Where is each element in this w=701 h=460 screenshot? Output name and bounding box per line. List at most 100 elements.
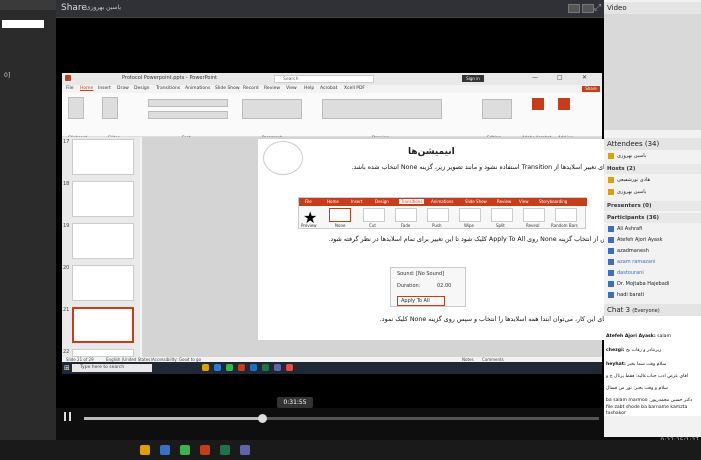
menu-slideshow[interactable]: Slide Show [215, 86, 240, 91]
font-format-row[interactable] [148, 111, 228, 119]
editing-controls[interactable] [482, 99, 512, 119]
chat-text: file zabt shode ba barname kamzta [606, 405, 688, 410]
participant-icon [608, 280, 614, 287]
new-slide-button[interactable] [102, 97, 118, 119]
close-icon[interactable]: ✕ [582, 74, 587, 81]
participant-row[interactable]: Atefeh Ajori Ayask [608, 236, 662, 245]
chat-message: heyhat: سلام وقت شما بخیر [606, 362, 666, 367]
slide-thumbnail[interactable] [72, 181, 134, 217]
fullscreen-icon[interactable]: ⤢ [594, 3, 601, 13]
effect-random-bars [555, 208, 577, 222]
shared-taskbar: ⊞ Type here to search [62, 362, 602, 374]
effect-label: Split [496, 223, 505, 228]
participant-row[interactable]: Ali Ashrafi [608, 225, 642, 234]
slide-thumbnail[interactable] [72, 223, 134, 259]
sign-in-button[interactable]: Sign in [462, 75, 484, 82]
create-pdf-icon[interactable] [532, 98, 544, 110]
chat-text: زیرنتادر و رقات بخ [625, 348, 662, 353]
taskbar-search-text: Type here to search [80, 365, 125, 370]
video-header: Video [604, 2, 701, 14]
menu-review[interactable]: Review [264, 86, 280, 91]
slide-thumbnail-selected[interactable] [72, 307, 134, 343]
menu-draw[interactable]: Draw [117, 86, 129, 91]
taskbar-app-icon[interactable] [160, 445, 170, 455]
current-user[interactable]: یاسین بهروزی [608, 152, 646, 161]
slide-bullet-1: برای تغییر اسلایدها از Transition استفاد… [351, 164, 610, 171]
taskbar-app-icon[interactable] [180, 445, 190, 455]
menu-xcell[interactable]: Xcell PDF [344, 86, 365, 91]
hosts-header[interactable]: Hosts (2) [604, 164, 701, 174]
trans-tab: View [519, 199, 529, 204]
participant-icon [608, 291, 614, 298]
layout-icon[interactable] [568, 4, 580, 13]
font-box[interactable] [148, 99, 228, 107]
participant-name: dastourani [617, 270, 644, 276]
menu-transitions[interactable]: Transitions [156, 86, 180, 91]
participant-row[interactable]: hadi barati [608, 291, 644, 300]
effect-label: Cut [369, 223, 376, 228]
host-name: هادی نورشفیعی [617, 177, 651, 183]
menu-acrobat[interactable]: Acrobat [320, 86, 337, 91]
menu-insert[interactable]: Insert [98, 86, 111, 91]
menu-file[interactable]: File [66, 86, 74, 91]
taskbar-app-icon[interactable] [240, 445, 250, 455]
pp-share-button[interactable]: Share [582, 86, 600, 92]
powerpoint-icon [65, 75, 71, 81]
pp-titlebar: Protocol Powerpoint.pptx - PowerPoint Se… [62, 73, 602, 85]
taskbar-app-icon[interactable] [200, 445, 210, 455]
current-slide[interactable]: انیمیشن‌ها برای تغییر اسلایدها از Transi… [258, 139, 616, 340]
participant-row[interactable]: azam ramazani [608, 258, 656, 267]
menu-home[interactable]: Home [80, 86, 93, 91]
participant-name: azadmanesh [617, 248, 649, 254]
slide-thumbnail[interactable] [72, 265, 134, 301]
pause-icon[interactable] [64, 412, 72, 421]
effect-wipe [459, 208, 481, 222]
pp-search-input[interactable]: Search [274, 75, 374, 83]
participant-row[interactable]: azadmanesh [608, 247, 649, 256]
effect-label: None [335, 223, 346, 228]
taskbar-app-icon[interactable] [220, 445, 230, 455]
menu-record[interactable]: Record [243, 86, 259, 91]
attendees-count: (34) [644, 140, 660, 148]
chat-sender: Atefeh Ajori Ayask: [606, 334, 656, 339]
effect-label: Random Bars [551, 223, 578, 228]
participants-header[interactable]: Participants (36) [604, 213, 701, 223]
effect-label: Fade [401, 223, 411, 228]
host-row[interactable]: هادی نورشفیعی [608, 176, 650, 185]
powerpoint-task-icon [238, 364, 245, 371]
word-icon [250, 364, 257, 371]
paste-button[interactable] [68, 97, 84, 119]
slide-thumbnail[interactable] [72, 139, 134, 175]
left-panel-input[interactable] [2, 20, 44, 28]
drawing-controls[interactable] [322, 99, 442, 119]
participant-name: Atefeh Ajori Ayask [617, 237, 663, 243]
paragraph-controls[interactable] [242, 99, 302, 119]
trans-tab: Design [375, 199, 389, 204]
maximize-icon[interactable]: □ [557, 74, 563, 81]
powerpoint-window: Protocol Powerpoint.pptx - PowerPoint Se… [62, 73, 616, 373]
taskbar-app-icon[interactable] [140, 445, 150, 455]
chat-text: اقای عرض ادب جناب‌عالیه: فقط پرتال ج و [606, 374, 688, 379]
participant-row[interactable]: Dr. Mojtaba Hajebadi [608, 280, 669, 289]
addins-icon[interactable] [558, 98, 570, 110]
effect-label: Preview [301, 223, 317, 228]
timing-options: Sound: [No Sound] Duration: 02.00 Apply … [390, 267, 466, 307]
menu-view[interactable]: View [286, 86, 297, 91]
presenters-header[interactable]: Presenters (0) [604, 201, 701, 211]
windows-start-icon: ⊞ [64, 364, 70, 372]
seek-handle[interactable] [258, 414, 267, 423]
chat-log: Atefeh Ajori Ayask: salam chezgi: زیرنتا… [604, 316, 701, 416]
host-row[interactable]: یاسین بهروزی [608, 188, 646, 197]
menu-help[interactable]: Help [304, 86, 314, 91]
effect-fade [395, 208, 417, 222]
menu-animations[interactable]: Animations [185, 86, 210, 91]
grid-icon[interactable] [582, 4, 594, 13]
slide-thumbnail[interactable] [72, 349, 134, 357]
effect-label: Wipe [464, 223, 474, 228]
preview-star-icon: ★ [303, 208, 318, 227]
minimize-icon[interactable]: — [532, 74, 538, 81]
menu-design[interactable]: Design [134, 86, 150, 91]
video-area [604, 14, 701, 130]
participant-row[interactable]: dastourani [608, 269, 644, 278]
seek-track[interactable] [84, 417, 599, 420]
